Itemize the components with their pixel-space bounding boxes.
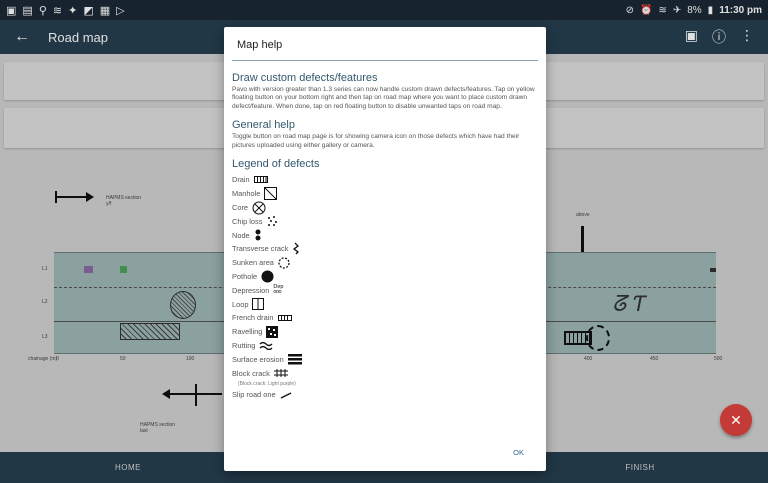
section-heading-general: General help bbox=[232, 119, 295, 132]
legend-item: Node bbox=[232, 228, 538, 242]
block-crack-icon bbox=[273, 369, 288, 378]
legend-item: Rutting bbox=[232, 339, 538, 353]
legend-item: Loop bbox=[232, 297, 538, 311]
pothole-icon bbox=[261, 270, 274, 283]
legend-item: Slip road one bbox=[232, 388, 538, 402]
legend-item: Core bbox=[232, 201, 538, 215]
legend-item: Surface erosion bbox=[232, 352, 538, 366]
close-floating-button[interactable]: ✕ bbox=[720, 404, 752, 436]
french-drain-icon bbox=[277, 314, 292, 321]
dialog-divider bbox=[232, 60, 538, 61]
rutting-icon bbox=[259, 341, 273, 350]
node-icon bbox=[254, 229, 262, 241]
core-icon bbox=[252, 201, 266, 215]
legend-list: Drain Manhole Core Chip loss Node Transv… bbox=[232, 173, 538, 402]
chip-loss-icon bbox=[266, 215, 278, 227]
ravelling-icon bbox=[266, 325, 279, 338]
legend-item: Manhole bbox=[232, 187, 538, 201]
sunken-area-icon bbox=[278, 257, 290, 269]
legend-item: French drain bbox=[232, 311, 538, 325]
legend-item: Transverse crack bbox=[232, 242, 538, 256]
dialog-body[interactable]: Draw custom defects/features Pavo with v… bbox=[232, 72, 538, 422]
slip-road-icon bbox=[280, 391, 292, 399]
section-heading-legend: Legend of defects bbox=[232, 158, 320, 171]
section-text-custom: Pavo with version greater than 1.3 serie… bbox=[232, 86, 535, 110]
block-crack-note: (Block crack: Light purple) bbox=[238, 380, 296, 387]
manhole-icon bbox=[264, 187, 278, 201]
depression-icon: Dep ooo bbox=[273, 284, 284, 296]
section-heading-custom: Draw custom defects/features bbox=[232, 72, 378, 84]
legend-item: Sunken area bbox=[232, 256, 538, 270]
loop-icon bbox=[252, 298, 265, 311]
map-help-dialog: Map help Draw custom defects/features Pa… bbox=[224, 27, 546, 471]
dialog-title: Map help bbox=[237, 39, 283, 51]
transverse-crack-icon bbox=[292, 242, 300, 255]
legend-item: Pothole bbox=[232, 270, 538, 284]
legend-item: Ravelling bbox=[232, 325, 538, 339]
close-icon: ✕ bbox=[730, 411, 742, 428]
drain-icon bbox=[253, 176, 268, 184]
legend-item: Depression Dep ooo bbox=[232, 284, 284, 296]
legend-item: Block crack bbox=[232, 366, 538, 380]
legend-item: Drain bbox=[232, 173, 538, 187]
surface-erosion-icon bbox=[287, 353, 302, 365]
legend-item: Chip loss bbox=[232, 214, 538, 228]
section-text-general: Toggle button on road map page is for sh… bbox=[232, 133, 520, 149]
ok-button[interactable]: OK bbox=[513, 448, 524, 457]
